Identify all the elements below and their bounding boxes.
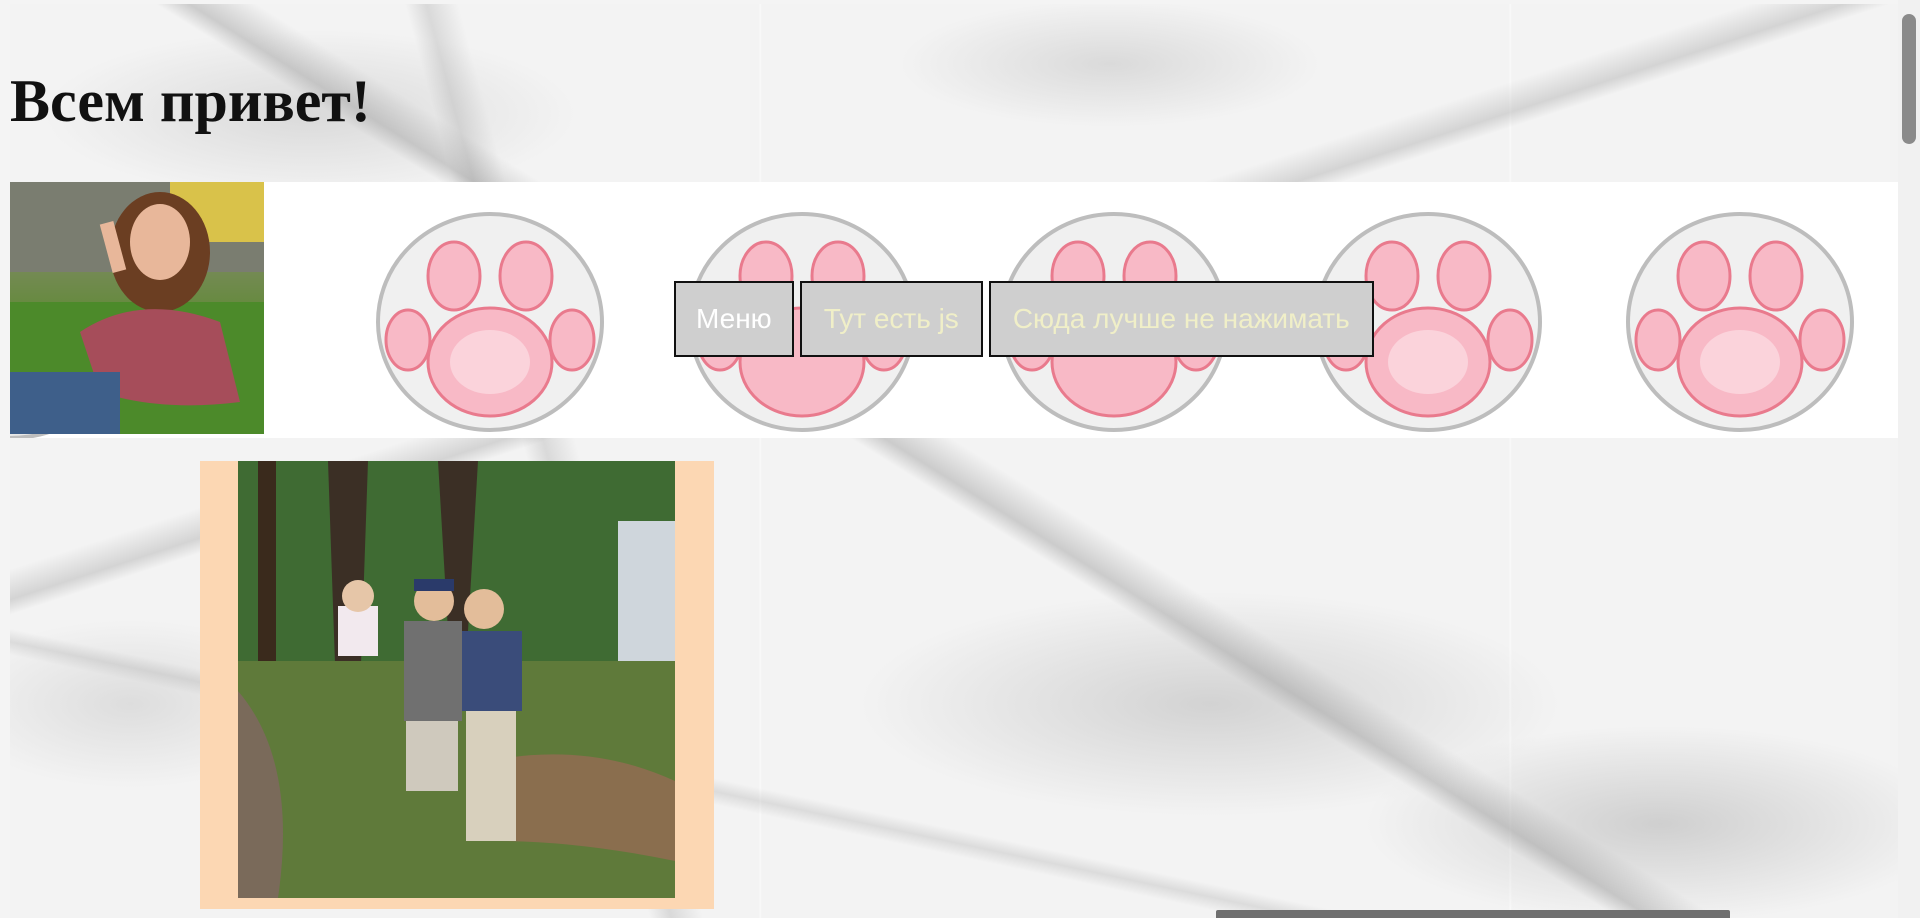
page-title: Всем привет! (10, 68, 371, 134)
browser-viewport: Всем привет! Меню Тут есть js Сюда лучше… (0, 0, 1920, 918)
paw-print-icon (1626, 212, 1854, 432)
children-photo (238, 461, 675, 898)
vertical-scrollbar-thumb[interactable] (1902, 14, 1916, 144)
dont-click-button[interactable]: Сюда лучше не нажимать (988, 281, 1374, 357)
avatar-photo (10, 182, 264, 434)
paw-print-icon (376, 212, 604, 432)
photo-frame (200, 461, 714, 909)
page-body: Всем привет! Меню Тут есть js Сюда лучше… (10, 4, 1898, 918)
horizontal-scrollbar-thumb[interactable] (1216, 910, 1730, 918)
vertical-scrollbar[interactable] (1898, 0, 1920, 918)
menu-button[interactable]: Меню (674, 281, 794, 357)
paw-banner: Меню Тут есть js Сюда лучше не нажимать (10, 182, 1898, 438)
nav-buttons: Меню Тут есть js Сюда лучше не нажимать (674, 281, 1374, 357)
js-button[interactable]: Тут есть js (799, 281, 983, 357)
